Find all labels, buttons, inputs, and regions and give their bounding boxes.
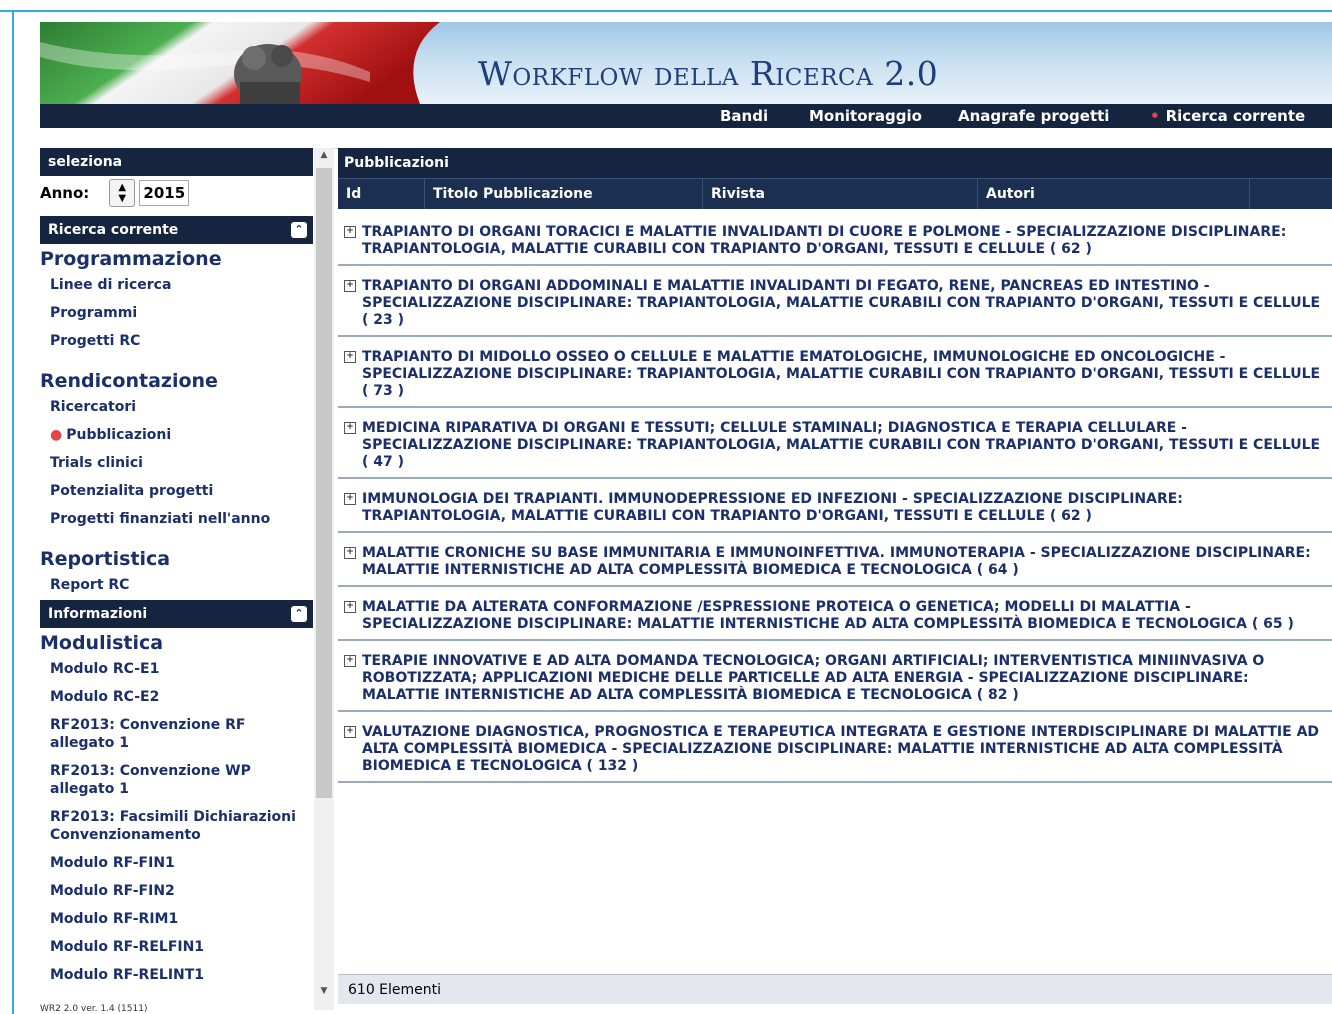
group-row[interactable]: + TRAPIANTO DI ORGANI TORACICI E MALATTIE…: [338, 212, 1332, 266]
group-row[interactable]: + TRAPIANTO DI ORGANI ADDOMINALI E MALATT…: [338, 266, 1332, 337]
group-label: MALATTIE CRONICHE SU BASE IMMUNITARIA E …: [362, 545, 1311, 578]
group-row[interactable]: + TRAPIANTO DI MIDOLLO OSSEO O CELLULE E …: [338, 337, 1332, 408]
link-modulo-rf-relint1[interactable]: Modulo RF-RELINT1: [40, 962, 313, 990]
group-label: MALATTIE DA ALTERATA CONFORMAZIONE /ESPR…: [362, 599, 1294, 632]
expand-icon[interactable]: +: [344, 547, 356, 559]
link-progetti-rc[interactable]: Progetti RC: [40, 328, 313, 356]
top-nav: Bandi Monitoraggio Anagrafe progetti • Ri…: [40, 104, 1332, 128]
header-banner: Workflow della Ricerca 2.0: [40, 22, 1332, 104]
grid-column-headers: Id Titolo Pubblicazione Rivista Autori: [338, 178, 1332, 209]
link-modulo-rf-rim1[interactable]: Modulo RF-RIM1: [40, 906, 313, 934]
link-pubblicazioni-label: Pubblicazioni: [66, 427, 172, 443]
ricerca-corrente-header-label: Ricerca corrente: [48, 222, 179, 238]
section-title-reportistica: Reportistica: [40, 548, 171, 570]
expand-icon[interactable]: +: [344, 351, 356, 363]
group-label: IMMUNOLOGIA DEI TRAPIANTI. IMMUNODEPRESS…: [362, 491, 1183, 524]
anno-label: Anno:: [40, 184, 90, 202]
group-row[interactable]: + VALUTAZIONE DIAGNOSTICA, PROGNOSTICA E …: [338, 712, 1332, 783]
anno-spinner[interactable]: ▲ ▼: [109, 179, 136, 207]
sidebar-scrollbar[interactable]: ▲ ▼: [314, 148, 334, 1010]
window-frame-top: [0, 10, 1332, 12]
section-title-rendicontazione: Rendicontazione: [40, 370, 218, 392]
sub-bar: [40, 128, 1332, 149]
scroll-up-icon[interactable]: ▲: [314, 150, 334, 166]
column-header-autori[interactable]: Autori: [978, 179, 1250, 209]
nav-anagrafe-progetti[interactable]: Anagrafe progetti: [958, 107, 1109, 125]
link-programmi[interactable]: Programmi: [40, 300, 313, 328]
scrollbar-thumb[interactable]: [316, 168, 332, 798]
collapse-icon[interactable]: ⌃: [291, 606, 307, 622]
active-bullet-icon: ●: [50, 427, 63, 443]
link-trials-clinici[interactable]: Trials clinici: [40, 450, 313, 478]
italian-flag-sculpture-image: [40, 22, 440, 104]
link-report-rc[interactable]: Report RC: [40, 572, 313, 600]
link-progetti-finanziati[interactable]: Progetti finanziati nell'anno: [40, 506, 313, 534]
link-convenzione-rf[interactable]: RF2013: Convenzione RF allegato 1: [40, 712, 313, 758]
anno-row: Anno: ▲ ▼ 2015: [40, 176, 313, 210]
group-list: + TRAPIANTO DI ORGANI TORACICI E MALATTIE…: [338, 212, 1332, 783]
expand-icon[interactable]: +: [344, 726, 356, 738]
ricerca-corrente-header[interactable]: Ricerca corrente ⌃: [40, 216, 313, 244]
link-ricercatori[interactable]: Ricercatori: [40, 394, 313, 422]
link-facsimili[interactable]: RF2013: Facsimili Dichiarazioni Convenzi…: [40, 804, 313, 850]
link-convenzione-wp[interactable]: RF2013: Convenzione WP allegato 1: [40, 758, 313, 804]
column-header-id[interactable]: Id: [338, 179, 425, 209]
group-row[interactable]: + TERAPIE INNOVATIVE E AD ALTA DOMANDA TE…: [338, 641, 1332, 712]
app-title: Workflow della Ricerca 2.0: [478, 54, 939, 93]
expand-icon[interactable]: +: [344, 280, 356, 292]
expand-icon[interactable]: +: [344, 226, 356, 238]
grid-footer-count: 610 Elementi: [338, 974, 1332, 1004]
spinner-up-icon[interactable]: ▲: [118, 182, 126, 193]
column-header-rivista[interactable]: Rivista: [703, 179, 978, 209]
group-label: TRAPIANTO DI ORGANI ADDOMINALI E MALATTI…: [362, 278, 1321, 328]
link-modulo-rf-relfin1[interactable]: Modulo RF-RELFIN1: [40, 934, 313, 962]
nav-monitoraggio[interactable]: Monitoraggio: [809, 107, 922, 125]
anno-input[interactable]: 2015: [139, 180, 190, 206]
group-row[interactable]: + IMMUNOLOGIA DEI TRAPIANTI. IMMUNODEPRES…: [338, 479, 1332, 533]
link-linee-di-ricerca[interactable]: Linee di ricerca: [40, 272, 313, 300]
expand-icon[interactable]: +: [344, 601, 356, 613]
sidebar: seleziona Anno: ▲ ▼ 2015 Ricerca corrent…: [40, 148, 313, 1010]
expand-icon[interactable]: +: [344, 422, 356, 434]
expand-icon[interactable]: +: [344, 655, 356, 667]
nav-ricerca-corrente-label: Ricerca corrente: [1165, 107, 1306, 125]
link-modulo-rc-e1[interactable]: Modulo RC-E1: [40, 656, 313, 684]
seleziona-header: seleziona: [40, 148, 313, 176]
group-row[interactable]: + MEDICINA RIPARATIVA DI ORGANI E TESSUTI…: [338, 408, 1332, 479]
expand-icon[interactable]: +: [344, 493, 356, 505]
group-row[interactable]: + MALATTIE CRONICHE SU BASE IMMUNITARIA E…: [338, 533, 1332, 587]
group-label: TRAPIANTO DI MIDOLLO OSSEO O CELLULE E M…: [362, 349, 1321, 399]
group-label: TRAPIANTO DI ORGANI TORACICI E MALATTIE …: [362, 224, 1287, 257]
link-pubblicazioni[interactable]: ● Pubblicazioni: [40, 422, 313, 450]
version-label: WR2 2.0 ver. 1.4 (1511): [40, 1004, 148, 1014]
link-modulo-rf-fin1[interactable]: Modulo RF-FIN1: [40, 850, 313, 878]
nav-ricerca-corrente[interactable]: • Ricerca corrente: [1150, 107, 1305, 125]
link-modulo-rf-fin2[interactable]: Modulo RF-FIN2: [40, 878, 313, 906]
collapse-icon[interactable]: ⌃: [291, 222, 307, 238]
group-label: MEDICINA RIPARATIVA DI ORGANI E TESSUTI;…: [362, 420, 1321, 470]
active-bullet-icon: •: [1150, 107, 1160, 125]
group-label: VALUTAZIONE DIAGNOSTICA, PROGNOSTICA E T…: [362, 724, 1320, 774]
column-header-titolo[interactable]: Titolo Pubblicazione: [425, 179, 703, 209]
section-title-programmazione: Programmazione: [40, 248, 222, 270]
section-title-modulistica: Modulistica: [40, 632, 164, 654]
informazioni-header[interactable]: Informazioni ⌃: [40, 600, 313, 628]
link-modulo-rc-e2[interactable]: Modulo RC-E2: [40, 684, 313, 712]
window-frame-left: [12, 10, 14, 1014]
nav-bandi[interactable]: Bandi: [720, 107, 768, 125]
scroll-down-icon[interactable]: ▼: [314, 986, 334, 1002]
spinner-down-icon[interactable]: ▼: [118, 193, 126, 204]
informazioni-header-label: Informazioni: [48, 606, 148, 622]
group-row[interactable]: + MALATTIE DA ALTERATA CONFORMAZIONE /ESP…: [338, 587, 1332, 641]
group-label: TERAPIE INNOVATIVE E AD ALTA DOMANDA TEC…: [362, 653, 1265, 703]
link-potenzialita-progetti[interactable]: Potenzialita progetti: [40, 478, 313, 506]
publications-grid: Pubblicazioni Id Titolo Pubblicazione Ri…: [338, 148, 1332, 1006]
grid-title: Pubblicazioni: [338, 148, 1332, 178]
